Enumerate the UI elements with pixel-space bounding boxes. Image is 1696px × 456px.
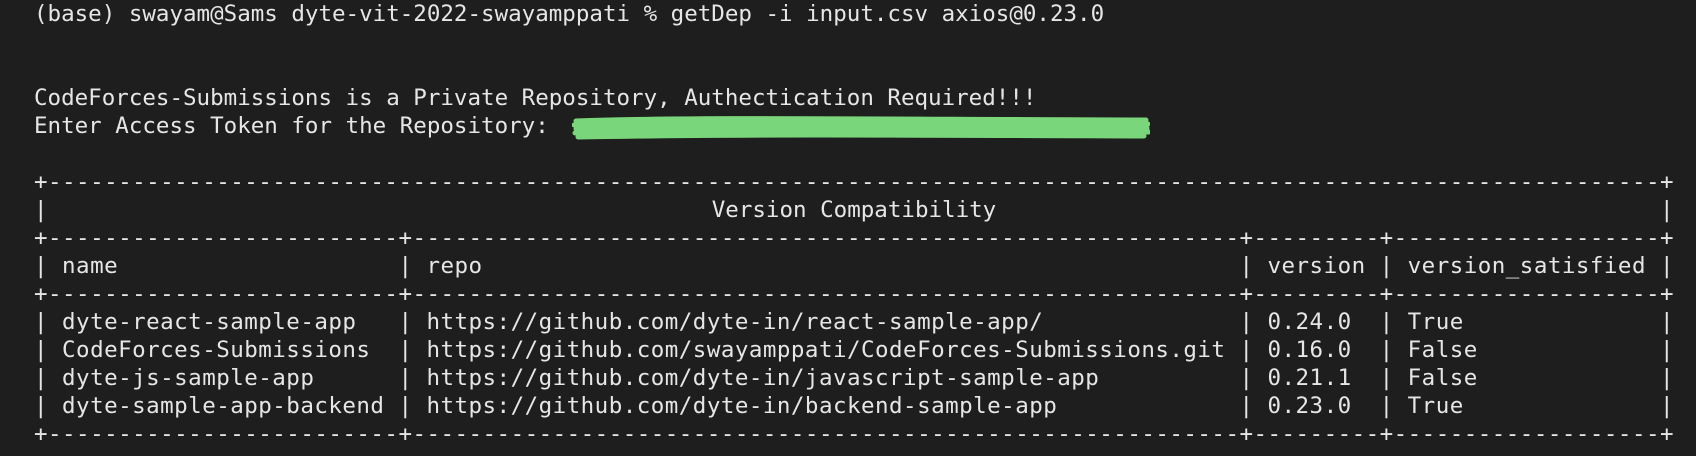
table-row: | dyte-react-sample-app | https://github…: [34, 309, 1674, 335]
terminal-window[interactable]: (base) swayam@Sams dyte-vit-2022-swayamp…: [0, 0, 1696, 456]
table-border-bottom: +-------------------------+-------------…: [34, 421, 1674, 447]
table-border-title: +-------------------------+-------------…: [34, 225, 1674, 251]
table-header-row: | name | repo | version | version_satisf…: [34, 253, 1674, 279]
table-border-top: +---------------------------------------…: [34, 169, 1674, 195]
redacted-token-scribble: [572, 116, 1150, 140]
table-row: | dyte-sample-app-backend | https://gith…: [34, 393, 1674, 419]
table-row: | dyte-js-sample-app | https://github.co…: [34, 365, 1674, 391]
table-border-header: +-------------------------+-------------…: [34, 281, 1674, 307]
token-prompt: Enter Access Token for the Repository:: [34, 113, 563, 139]
table-row: | CodeForces-Submissions | https://githu…: [34, 337, 1674, 363]
command-line: (base) swayam@Sams dyte-vit-2022-swayamp…: [34, 1, 1105, 27]
private-repo-message: CodeForces-Submissions is a Private Repo…: [34, 85, 1037, 111]
table-title: Version Compatibility: [711, 197, 997, 223]
